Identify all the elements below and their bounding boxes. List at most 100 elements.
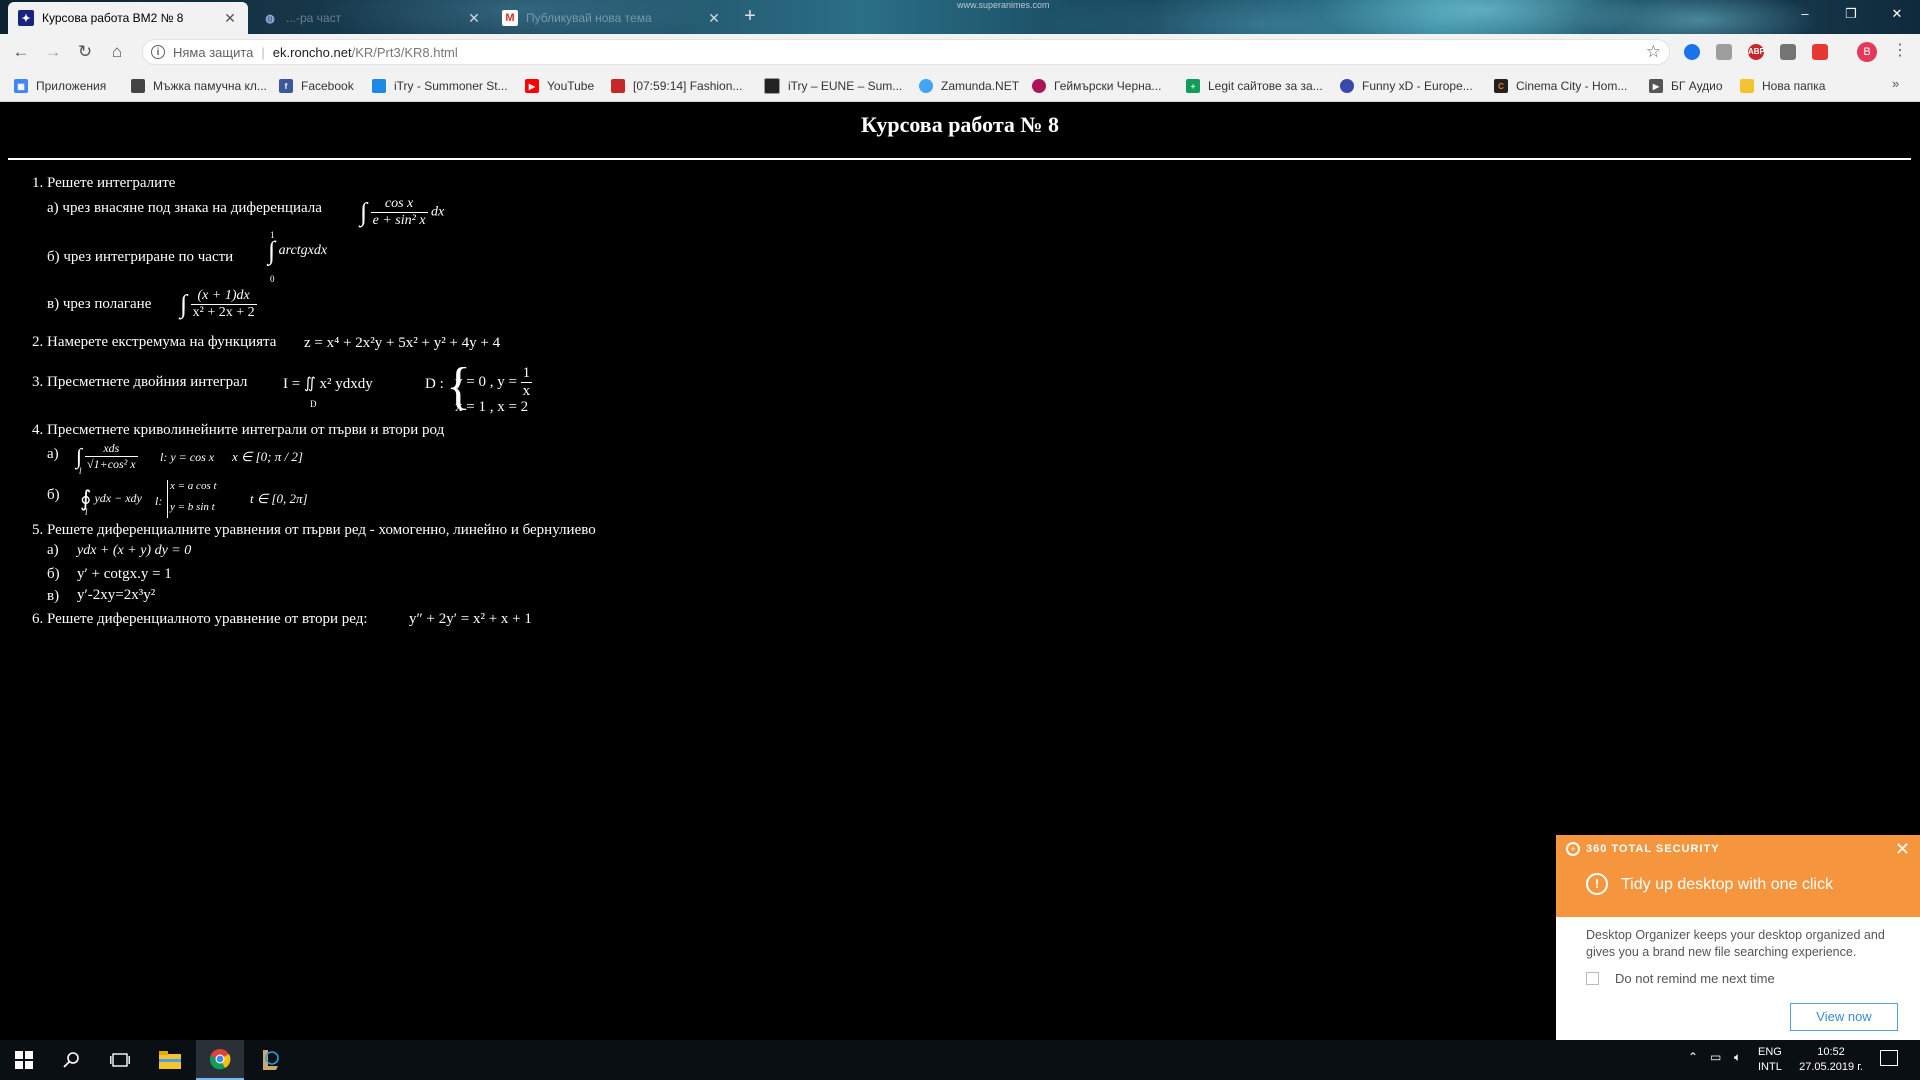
title-divider	[8, 158, 1911, 160]
curve-4b-row-1: x = a cos t	[170, 480, 217, 492]
line-integral-4a: ∫ xds √1+cos² x	[76, 441, 138, 472]
task-5-heading: 5. Решете диференциалните уравнения от п…	[32, 522, 596, 538]
omnibox-separator: |	[261, 44, 265, 60]
view-now-button[interactable]: View now	[1790, 1003, 1898, 1031]
bookmark-bg-audio[interactable]: ▶ БГ Аудио	[1649, 76, 1723, 96]
kebab-menu-icon[interactable]: ⋮	[1892, 42, 1908, 62]
reload-icon[interactable]: ↻	[74, 41, 96, 63]
audio-icon: ▶	[1649, 79, 1663, 93]
league-client-icon[interactable]	[246, 1040, 294, 1080]
close-window-button[interactable]: ✕	[1874, 0, 1920, 30]
numerator: (x + 1)dx	[197, 288, 250, 303]
system-clock[interactable]: 10:52 27.05.2019 г.	[1795, 1045, 1867, 1075]
back-arrow-icon[interactable]: ←	[10, 41, 32, 63]
bookmark-cinema-city[interactable]: C Cinema City - Hom...	[1494, 76, 1627, 96]
task-4b-label: б)	[47, 487, 60, 503]
bookmark-new-folder[interactable]: Нова папка	[1740, 76, 1825, 96]
file-explorer-icon[interactable]	[146, 1040, 194, 1080]
bookmark-apps[interactable]: ▦ Приложения	[14, 76, 106, 96]
equation-5b: y′ + cotgx.y = 1	[77, 566, 172, 582]
lower-limit: 0	[270, 274, 275, 284]
profile-avatar[interactable]: B	[1857, 42, 1877, 62]
tab-title: Публикувай нова тема	[526, 11, 652, 25]
domain-row-1: y = 0 , y = 1x	[455, 365, 533, 400]
tab-title: Курсова работа ВМ2 № 8	[42, 11, 184, 25]
tab-3[interactable]: M Публикувай нова тема ✕	[492, 2, 732, 34]
extension-gray-icon[interactable]	[1716, 44, 1732, 60]
page-title: Курсова работа № 8	[860, 112, 1060, 137]
bookmark-label: Мъжка памучна кл...	[153, 79, 267, 93]
integral-sign: ∫	[268, 236, 276, 265]
wallpaper-watermark: www.superanimes.com	[957, 0, 1050, 10]
bookmarks-bar: ▦ Приложения Мъжка памучна кл... f Faceboo…	[0, 70, 1920, 102]
fraction: cos xe + sin² x	[370, 196, 428, 229]
action-center-icon[interactable]	[1880, 1050, 1898, 1066]
home-icon[interactable]: ⌂	[106, 41, 128, 63]
bookmark-label: Нова папка	[1762, 79, 1826, 93]
differential: dx	[431, 204, 445, 220]
bookmark-facebook[interactable]: f Facebook	[279, 76, 354, 96]
bookmark-label: Facebook	[301, 79, 354, 93]
integral-sign: ∫	[180, 289, 188, 319]
volume-icon[interactable]: 🔈︎	[1734, 1050, 1741, 1065]
integral-1a: ∫ cos xe + sin² x dx	[360, 196, 444, 229]
browser-tab-strip: ✦ Курсова работа ВМ2 № 8 ✕ ◍ ...-ра част…	[0, 0, 1920, 34]
tab-close-icon[interactable]: ✕	[706, 10, 722, 27]
world-favicon-icon: ◍	[265, 12, 275, 25]
tab-active[interactable]: ✦ Курсова работа ВМ2 № 8 ✕	[8, 2, 248, 34]
extension-blue-icon[interactable]	[1684, 44, 1700, 60]
url-path: /KR/Prt3/KR8.html	[351, 44, 458, 60]
clock-time: 10:52	[1817, 1046, 1845, 1058]
bookmark-fashion[interactable]: [07:59:14] Fashion...	[611, 76, 742, 96]
double-integral-subscript: D	[310, 399, 317, 409]
curve-4b-row-2: y = b sin t	[170, 501, 215, 513]
task-4a-label: а)	[47, 446, 59, 462]
task-view-icon[interactable]	[96, 1040, 144, 1080]
extension-sync-icon[interactable]	[1780, 44, 1796, 60]
security-notification: + 360 TOTAL SECURITY ✕ ! Tidy up desktop…	[1556, 835, 1920, 1040]
notification-header: + 360 TOTAL SECURITY ✕ ! Tidy up desktop…	[1556, 835, 1920, 917]
bookmark-shirt[interactable]: Мъжка памучна кл...	[131, 76, 267, 96]
plus-icon: +	[1186, 79, 1200, 93]
integrand: arctgxdx	[278, 243, 328, 259]
url-text[interactable]: ek.roncho.net/KR/Prt3/KR8.html	[273, 45, 458, 60]
adblock-extension-icon[interactable]: ABP	[1748, 44, 1765, 60]
bookmarks-overflow-button[interactable]: »	[1892, 76, 1899, 91]
bookmark-label: Cinema City - Hom...	[1516, 79, 1628, 93]
bookmark-funny[interactable]: Funny xD - Europe...	[1340, 76, 1473, 96]
do-not-remind-checkbox[interactable]	[1586, 972, 1599, 985]
address-bar[interactable]: i Няма защита | ek.roncho.net/KR/Prt3/KR…	[142, 39, 1670, 65]
extension-pocket-icon[interactable]	[1812, 44, 1828, 60]
minimize-button[interactable]: –	[1782, 0, 1828, 30]
cinema-icon: C	[1494, 79, 1508, 93]
forward-arrow-icon[interactable]: →	[42, 41, 64, 63]
search-icon[interactable]	[48, 1040, 96, 1080]
range-4b: t ∈ [0, 2π]	[250, 491, 308, 506]
maximize-button[interactable]: ❐	[1828, 0, 1874, 30]
windows-start-icon[interactable]	[0, 1040, 48, 1080]
bookmark-youtube[interactable]: ▶ YouTube	[525, 76, 594, 96]
tab-close-icon[interactable]: ✕	[466, 10, 482, 27]
notification-close-icon[interactable]: ✕	[1895, 839, 1910, 860]
bookmark-itry-eune[interactable]: iTry – EUNE – Sum...	[764, 76, 902, 96]
info-icon[interactable]: i	[151, 45, 165, 59]
do-not-remind-label[interactable]: Do not remind me next time	[1615, 971, 1775, 986]
function-2: z = x⁴ + 2x²y + 5x² + y² + 4y + 4	[304, 335, 501, 351]
tray-chevron-up-icon[interactable]: ⌃	[1688, 1050, 1698, 1064]
new-tab-button[interactable]: +	[738, 5, 762, 29]
tab-2[interactable]: ◍ ...-ра част ✕	[252, 2, 492, 34]
fraction: 1x	[520, 365, 533, 400]
denominator: √1+cos² x	[85, 456, 138, 471]
bookmark-legit[interactable]: + Legit сайтове за за...	[1186, 76, 1323, 96]
bookmark-star-icon[interactable]: ☆	[1646, 42, 1661, 62]
tab-close-icon[interactable]: ✕	[222, 10, 238, 27]
range-4a: x ∈ [0; π / 2]	[232, 449, 303, 464]
integral-1b: 1 ∫ 0 arctgxdx	[268, 230, 328, 284]
network-icon[interactable]: ▭	[1710, 1050, 1721, 1064]
input-language-indicator[interactable]: ENG INTL	[1758, 1045, 1782, 1075]
bookmark-label: Приложения	[36, 79, 107, 93]
bookmark-gamer[interactable]: Геймърски Черна...	[1032, 76, 1161, 96]
chrome-taskbar-icon[interactable]	[196, 1040, 244, 1080]
bookmark-itry-summoner[interactable]: iTry - Summoner St...	[372, 76, 508, 96]
bookmark-zamunda[interactable]: Zamunda.NET	[919, 76, 1019, 96]
